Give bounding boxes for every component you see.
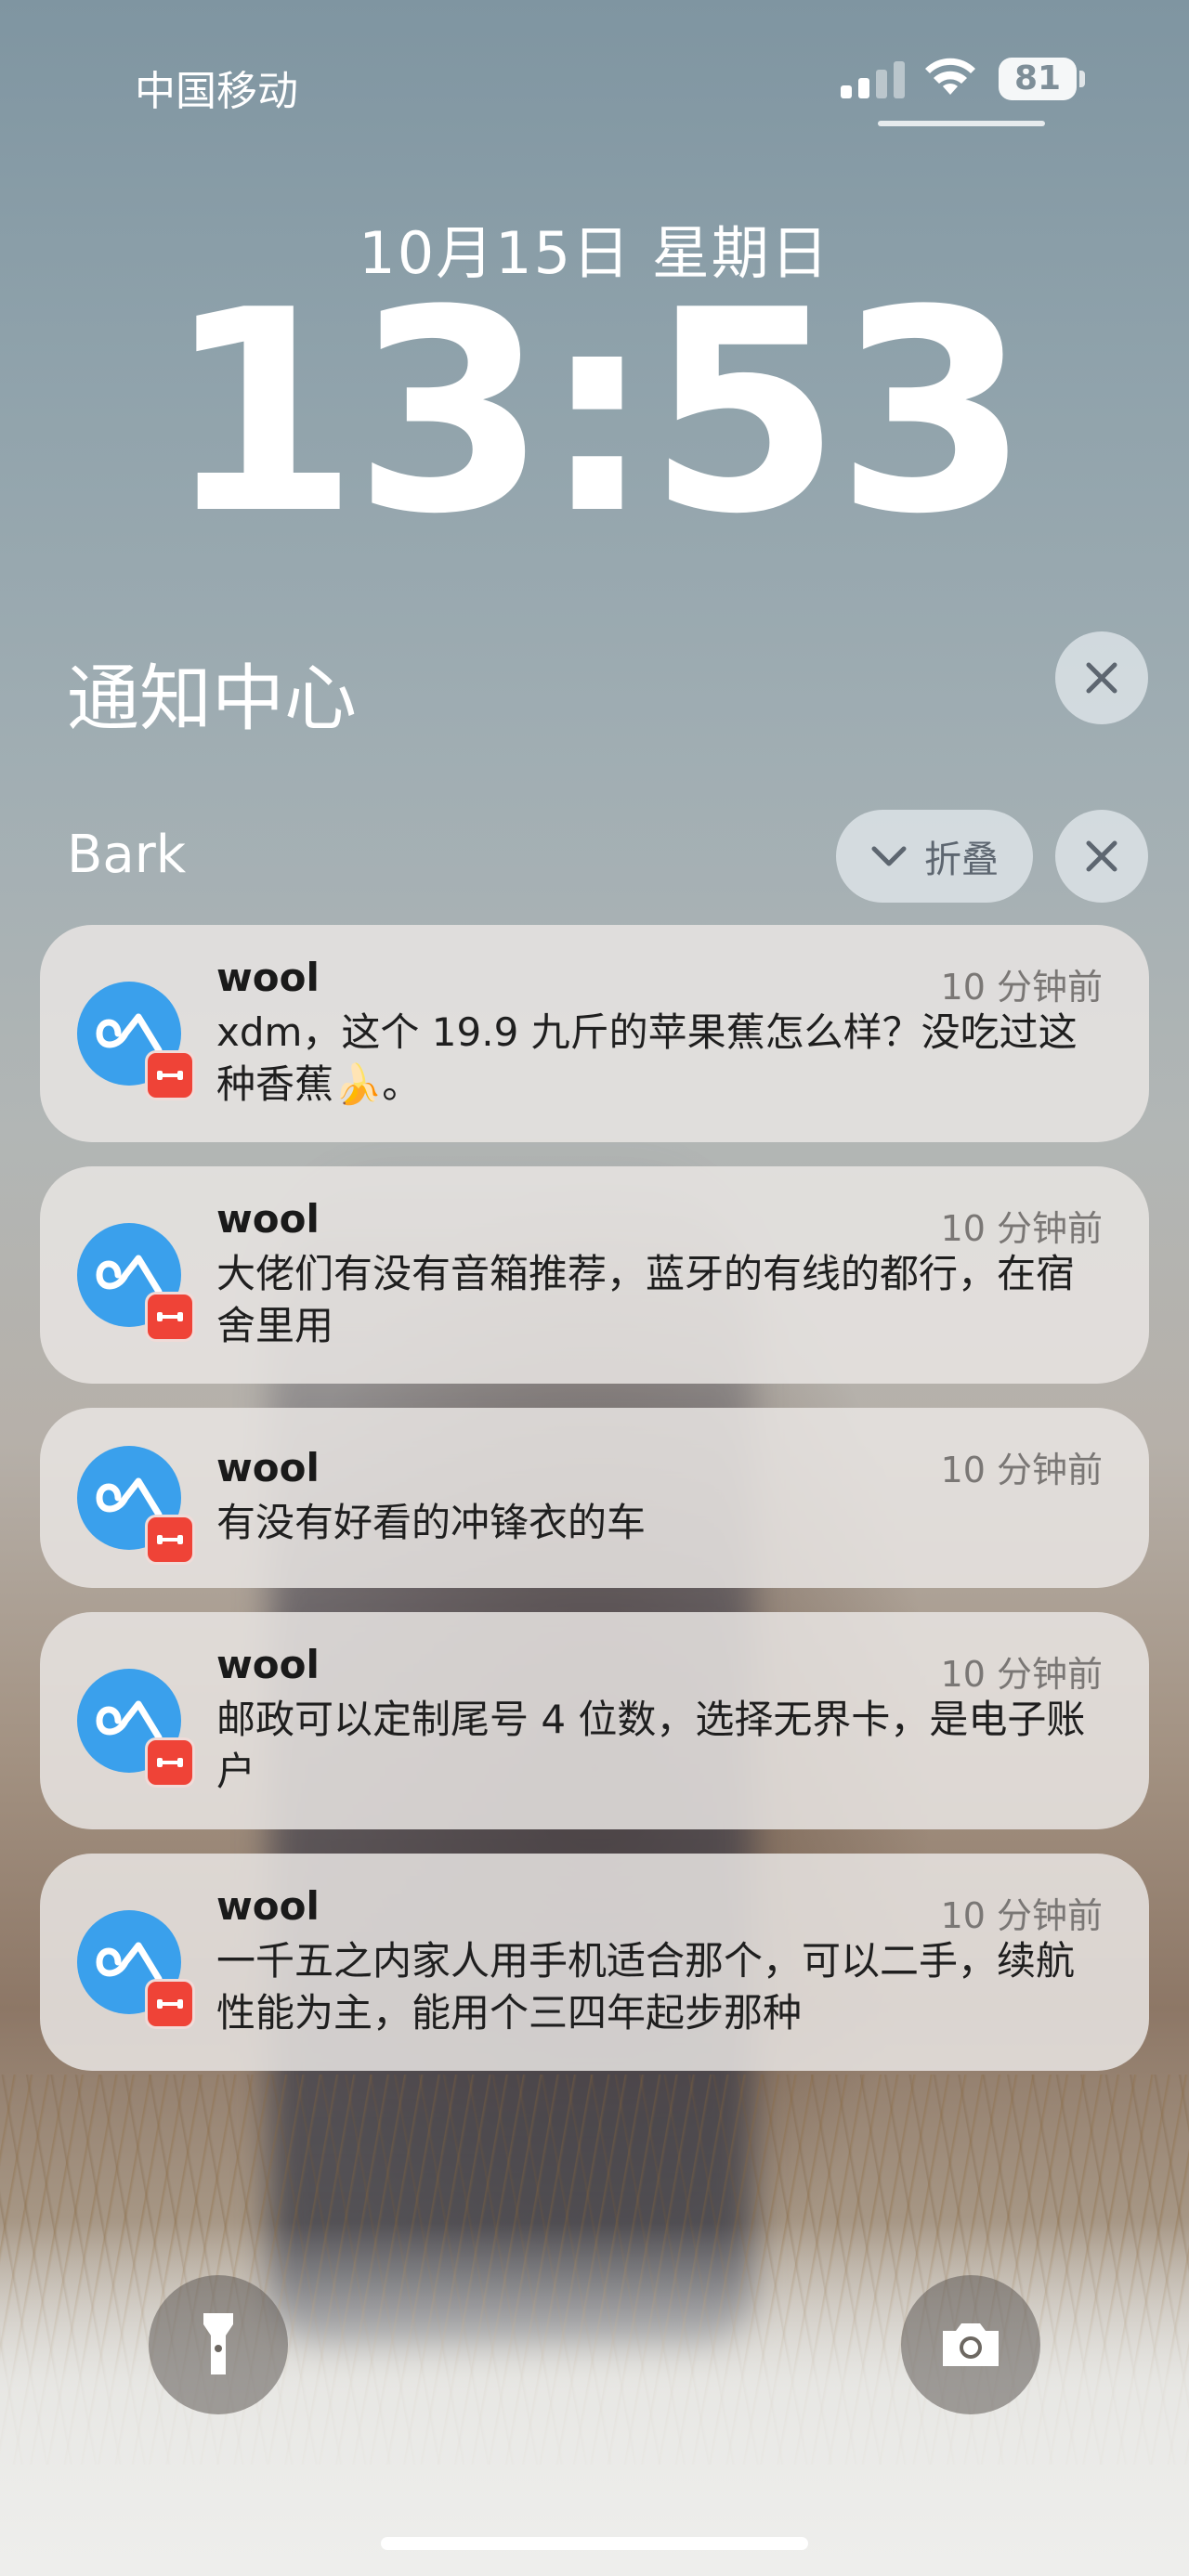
collapse-button[interactable]: 折叠 — [836, 810, 1033, 903]
camera-button[interactable] — [901, 2275, 1040, 2414]
notification-card[interactable]: wool 10 分钟前 xdm，这个 19.9 九斤的苹果蕉怎么样？没吃过这种香… — [40, 925, 1149, 1142]
notification-title: wool — [216, 955, 320, 1000]
bark-badge-icon — [145, 1737, 195, 1788]
camera-icon — [943, 2323, 999, 2366]
notification-title: wool — [216, 1445, 320, 1490]
battery-tip — [1079, 71, 1085, 87]
wifi-icon — [925, 58, 975, 95]
notification-title: wool — [216, 1642, 320, 1687]
notification-body: 有没有好看的冲锋衣的车 — [216, 1500, 647, 1545]
focus-indicator — [878, 121, 1045, 126]
notification-body: 大佬们有没有音箱推荐，蓝牙的有线的都行，在宿舍里用 — [216, 1251, 1076, 1348]
notification-body: 邮政可以定制尾号 4 位数，选择无界卡，是电子账户 — [216, 1697, 1086, 1794]
notification-title: wool — [216, 1883, 320, 1929]
notification-time: 10 分钟前 — [940, 1654, 1103, 1695]
home-indicator[interactable] — [381, 2537, 808, 2550]
close-icon — [1086, 840, 1117, 872]
bark-badge-icon — [145, 1515, 195, 1565]
flashlight-button[interactable] — [149, 2275, 288, 2414]
notification-group-name: Bark — [67, 825, 187, 885]
notification-body: 一千五之内家人用手机适合那个，可以二手，续航性能为主，能用个三四年起步那种 — [216, 1938, 1076, 2036]
carrier-name: 中国移动 — [135, 68, 298, 115]
notification-title: wool — [216, 1196, 320, 1242]
bark-badge-icon — [145, 1292, 195, 1342]
lock-time: 13:53 — [164, 251, 1030, 575]
lock-screen: 中国移动 81 10月15日 星期日 13:53 通知中心 Bark 折叠 wo… — [0, 0, 1189, 2576]
notification-card[interactable]: wool 10 分钟前 邮政可以定制尾号 4 位数，选择无界卡，是电子账户 — [40, 1612, 1149, 1829]
notification-time: 10 分钟前 — [940, 1895, 1103, 1936]
cellular-signal-icon — [841, 61, 906, 98]
chevron-down-icon — [871, 846, 907, 866]
notification-time: 10 分钟前 — [940, 1208, 1103, 1249]
close-icon — [1086, 662, 1117, 694]
notification-body: xdm，这个 19.9 九斤的苹果蕉怎么样？没吃过这种香蕉🍌。 — [216, 1009, 1078, 1107]
bark-badge-icon — [145, 1050, 195, 1100]
notification-time: 10 分钟前 — [940, 967, 1103, 1008]
clear-all-button[interactable] — [1055, 631, 1148, 724]
flashlight-icon — [203, 2313, 233, 2374]
notification-time: 10 分钟前 — [940, 1450, 1103, 1490]
notification-center-title: 通知中心 — [67, 657, 358, 741]
collapse-label: 折叠 — [924, 839, 999, 881]
bark-badge-icon — [145, 1979, 195, 2029]
notification-card[interactable]: wool 10 分钟前 大佬们有没有音箱推荐，蓝牙的有线的都行，在宿舍里用 — [40, 1166, 1149, 1384]
clear-group-button[interactable] — [1055, 810, 1148, 903]
notification-card[interactable]: wool 10 分钟前 一千五之内家人用手机适合那个，可以二手，续航性能为主，能… — [40, 1854, 1149, 2071]
notification-card[interactable]: wool 10 分钟前 有没有好看的冲锋衣的车 — [40, 1408, 1149, 1588]
battery-level: 81 — [999, 58, 1077, 100]
